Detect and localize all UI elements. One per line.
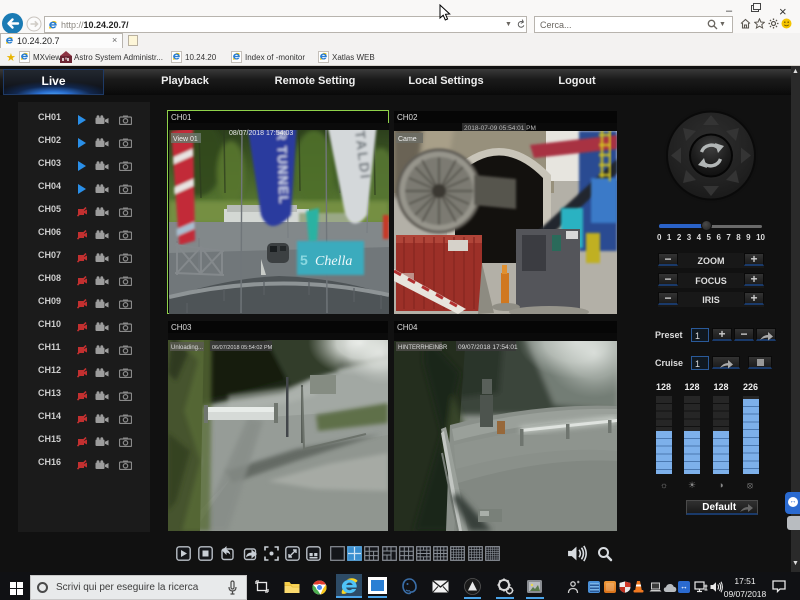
svg-text:Came: Came — [398, 136, 417, 143]
svg-text:2018-07-09 05:54:01 PM: 2018-07-09 05:54:01 PM — [464, 125, 536, 132]
svg-text:HINTERRHEINBR: HINTERRHEINBR — [398, 345, 448, 351]
svg-text:View 01: View 01 — [173, 136, 198, 143]
svg-text:Chella: Chella — [315, 254, 352, 269]
svg-text:Unloading...: Unloading... — [171, 345, 203, 351]
svg-text:R TUNNEL: R TUNNEL — [274, 131, 292, 205]
svg-text:09/07/2018 17:54:01: 09/07/2018 17:54:01 — [458, 344, 518, 351]
svg-text:5: 5 — [300, 252, 308, 268]
svg-text:06/07/2018 05:54:02 PM: 06/07/2018 05:54:02 PM — [212, 345, 273, 351]
svg-text:08/07/2018 17:54:03: 08/07/2018 17:54:03 — [229, 130, 293, 137]
